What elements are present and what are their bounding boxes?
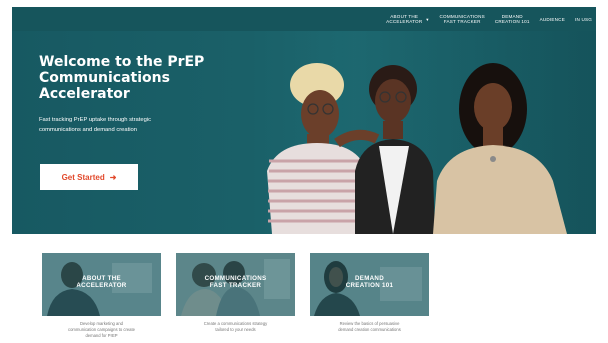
arrow-right-icon: ➜ [109,172,117,182]
card-title-line: Demand [355,275,384,282]
hero-photo-three-women [227,31,596,234]
get-started-label: Get Started [61,172,105,182]
nav-item-in-usg[interactable]: In USG [575,17,592,22]
hero-subtitle-line: communications and demand creation [39,127,137,133]
card-description-demand: Review the basics of persuasive demand c… [310,321,429,333]
nav-item-communications-fast-tracker[interactable]: Communications Fast Tracker [440,14,485,24]
nav-item-about-accelerator[interactable]: About the Accelerator ▼ [386,14,429,24]
hero-title-line: Accelerator [39,86,130,102]
nav-item-about-label: About the Accelerator [386,14,422,24]
site-header: About the Accelerator ▼ Communications F… [12,7,596,31]
card-demand-creation[interactable]: Demand Creation 101 [310,253,429,316]
chevron-down-icon: ▼ [425,16,430,22]
hero-subtitle: Fast tracking PrEP uptake through strate… [39,115,219,135]
nav-item-demand-creation[interactable]: Demand Creation 101 [495,14,530,24]
hero-banner: Welcome to the PrEP Communications Accel… [12,31,596,234]
nav-item-demand-label: Demand Creation 101 [495,14,530,24]
card-title: Communications Fast Tracker [176,275,295,289]
nav-label-line2: Creation 101 [494,19,530,24]
card-desc-line: demand for PrEP [85,333,118,338]
card-desc-line: tailored to your needs [215,327,256,332]
card-desc-line: demand creation communications [338,327,401,332]
card-title-line: Fast Tracker [209,282,262,289]
hero-subtitle-line: Fast tracking PrEP uptake through strate… [39,117,152,123]
nav-item-fast-tracker-label: Communications Fast Tracker [440,14,485,24]
card-title-line: Accelerator [76,282,127,289]
card-communications-fast-tracker[interactable]: Communications Fast Tracker [176,253,295,316]
get-started-button[interactable]: Get Started ➜ [40,164,138,190]
card-title-line: Creation 101 [345,282,394,289]
hero-title-line: Welcome to the PrEP [39,54,205,70]
card-about-accelerator[interactable]: About the Accelerator [42,253,161,316]
hero-title-line: Communications [39,70,170,86]
card-title: About the Accelerator [42,275,161,289]
card-description-about: Develop marketing and communication camp… [42,321,161,339]
nav-item-in-usg-label: In USG [574,16,592,22]
hero-title: Welcome to the PrEP Communications Accel… [39,54,244,102]
nav-label-line2: Accelerator [386,19,423,24]
top-nav: About the Accelerator ▼ Communications F… [376,7,592,31]
card-title: Demand Creation 101 [310,275,429,289]
card-title-line: About the [82,275,121,282]
nav-item-audience-label: Audience [539,16,565,22]
nav-item-audience[interactable]: Audience [540,17,565,22]
card-description-fast-tracker: Create a communications strategy tailore… [176,321,295,333]
nav-label-line2: Fast Tracker [443,19,481,24]
card-title-line: Communications [204,275,267,282]
